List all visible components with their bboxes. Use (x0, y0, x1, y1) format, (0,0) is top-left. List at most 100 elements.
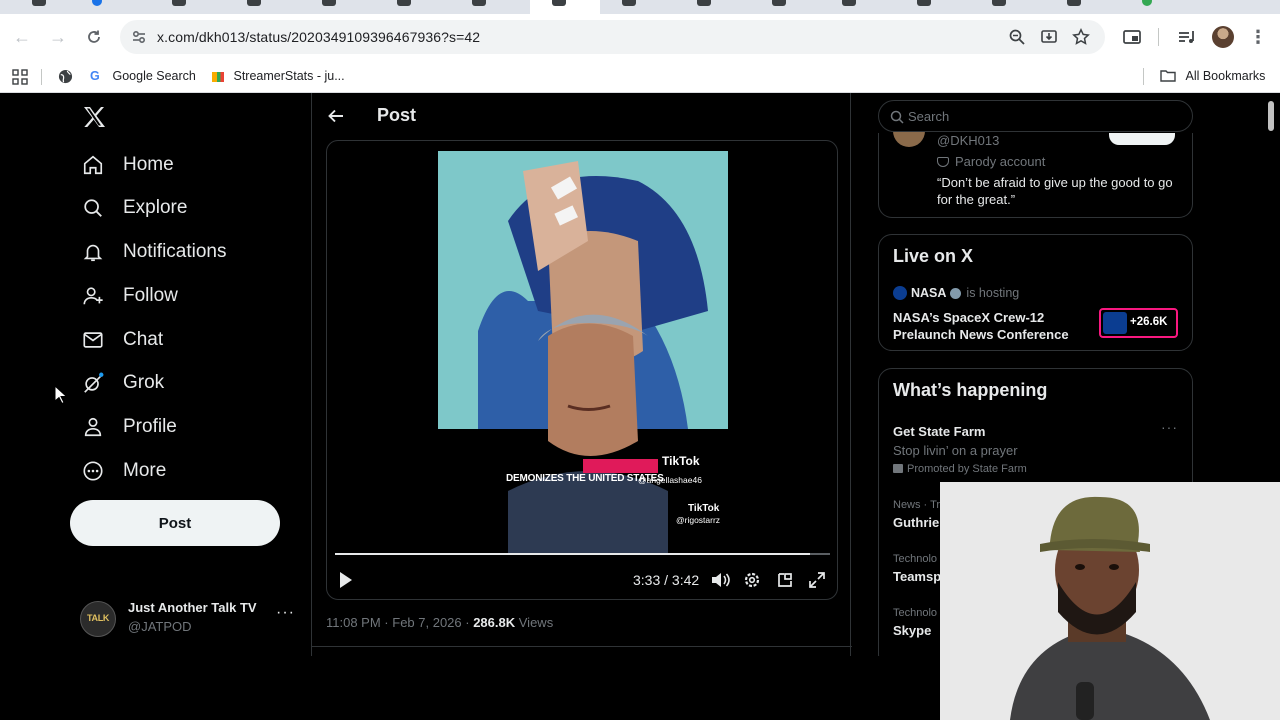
ad-subtitle: Stop livin’ on a prayer (893, 443, 1018, 458)
reload-icon[interactable] (82, 25, 106, 49)
browser-tab-active[interactable] (530, 0, 600, 14)
bookmark-streamerstats[interactable]: StreamerStats - ju... (212, 66, 345, 86)
install-app-icon[interactable] (1040, 28, 1058, 46)
sidebar-item-label: Grok (123, 372, 165, 393)
browser-tab[interactable] (970, 0, 1030, 14)
trend-title[interactable]: Skype (893, 623, 931, 638)
video-player[interactable]: DEMONIZES THE UNITED STATES TikTok @ange… (326, 140, 838, 600)
live-card[interactable]: Live on X NASA is hosting NASA’s SpaceX … (878, 234, 1193, 351)
avatar: TALK (80, 601, 116, 637)
webcam-image (940, 482, 1280, 720)
x-logo-icon[interactable] (82, 105, 106, 129)
trend-title[interactable]: Teamsp (893, 569, 941, 584)
listener-count: +26.6K (1130, 316, 1168, 328)
browser-tab[interactable] (600, 0, 660, 14)
settings-gear-icon[interactable] (743, 571, 761, 589)
profile-avatar[interactable] (1212, 26, 1234, 48)
sidebar-item-label: Follow (123, 285, 178, 306)
more-dots-icon[interactable]: ··· (1161, 419, 1178, 435)
sidebar-item-profile[interactable]: Profile (82, 407, 177, 447)
sidebar-item-label: Chat (123, 329, 164, 350)
browser-tab[interactable] (225, 0, 285, 14)
picture-in-picture-icon[interactable] (776, 571, 794, 589)
fullscreen-icon[interactable] (808, 571, 826, 589)
bookmark-star-icon[interactable] (1072, 28, 1090, 46)
search-icon (890, 110, 904, 124)
video-progress-bar[interactable] (335, 553, 830, 555)
sidebar-item-grok[interactable]: Grok (82, 363, 164, 403)
post-date[interactable]: Feb 7, 2026 (392, 615, 461, 630)
avatar-text: TALK (87, 613, 110, 623)
browser-tab[interactable] (375, 0, 435, 14)
parody-text: Parody account (955, 154, 1046, 169)
search-placeholder: Search (908, 109, 950, 124)
site-settings-icon[interactable] (130, 28, 148, 46)
sidebar-item-notifications[interactable]: Notifications (82, 232, 227, 272)
page-scrollbar[interactable] (1268, 101, 1274, 131)
sidebar-item-chat[interactable]: Chat (82, 320, 163, 360)
bookmark-separator (41, 69, 42, 85)
browser-tab[interactable] (300, 0, 360, 14)
volume-icon[interactable] (710, 571, 730, 589)
forward-icon[interactable]: → (46, 25, 70, 49)
sidebar-item-explore[interactable]: Explore (82, 188, 187, 228)
sidebar-item-more[interactable]: More (82, 451, 166, 491)
account-switcher[interactable]: TALK Just Another Talk TV @JATPOD ··· (80, 598, 300, 638)
sidebar-item-label: Home (123, 154, 174, 175)
tab-strip (0, 0, 1280, 14)
trend-category: News · Tr (893, 499, 941, 511)
browser-tab[interactable] (750, 0, 810, 14)
back-arrow-icon[interactable] (327, 107, 345, 125)
tiktok-watermark: TikTok (662, 454, 700, 468)
globe-icon[interactable] (58, 69, 73, 84)
bookmark-separator (1143, 68, 1144, 85)
trend-title[interactable]: Guthrie (893, 515, 939, 530)
play-icon[interactable] (339, 571, 353, 589)
more-dots-icon[interactable]: ··· (276, 604, 295, 622)
profile-handle[interactable]: @DKH013 (937, 133, 999, 148)
views-label: Views (518, 615, 554, 630)
promoted-label: Promoted by State Farm (893, 463, 1027, 475)
verified-badge-icon (950, 287, 962, 299)
browser-tab[interactable] (895, 0, 955, 14)
zoom-icon[interactable] (1008, 28, 1026, 46)
post-meta: 11:08 PM · Feb 7, 2026 · 286.8K Views (326, 615, 554, 630)
ad-title[interactable]: Get State Farm (893, 424, 985, 439)
divider (312, 646, 852, 647)
browser-tab[interactable] (1120, 0, 1180, 14)
media-controls-icon[interactable] (1175, 26, 1197, 48)
folder-icon (1160, 70, 1176, 82)
search-icon (84, 199, 102, 217)
follow-button[interactable] (1109, 133, 1175, 145)
sidebar-item-follow[interactable]: Follow (82, 276, 178, 316)
grok-icon (84, 372, 104, 393)
profile-bio: “Don’t be afraid to give up the good to … (937, 175, 1173, 207)
cast-icon[interactable] (1121, 26, 1143, 48)
browser-tab[interactable] (1045, 0, 1105, 14)
back-icon[interactable]: ← (10, 25, 34, 49)
sidebar-item-home[interactable]: Home (82, 145, 174, 185)
browser-tab[interactable] (150, 0, 210, 14)
menu-kebab-icon[interactable]: ⋮ (1246, 25, 1270, 49)
promoted-text: Promoted by State Farm (907, 463, 1027, 475)
browser-tab[interactable] (450, 0, 510, 14)
live-host: NASA is hosting (893, 286, 1019, 300)
browser-tab[interactable] (675, 0, 735, 14)
search-input[interactable]: Search (878, 100, 1193, 132)
all-bookmarks-button[interactable]: All Bookmarks (1160, 66, 1265, 86)
post-time[interactable]: 11:08 PM (326, 615, 381, 630)
account-handle: @JATPOD (128, 619, 192, 634)
post-button[interactable]: Post (70, 500, 280, 546)
browser-tab[interactable] (820, 0, 880, 14)
all-bookmarks-label: All Bookmarks (1185, 69, 1266, 83)
browser-tab[interactable] (70, 0, 130, 14)
browser-tab[interactable] (10, 0, 70, 14)
tiktok-handle: @rigostarrz (676, 515, 721, 525)
address-bar[interactable]: x.com/dkh013/status/2020349109396467936?… (120, 20, 1105, 54)
bookmark-google-search[interactable]: G Google Search (90, 66, 196, 86)
apps-grid-icon[interactable] (12, 69, 28, 85)
live-listener-pill[interactable]: +26.6K (1099, 308, 1178, 338)
main-column: Post DEMONIZES THE UNITED STATES TikTok … (311, 93, 852, 656)
whats-happening-title: What’s happening (893, 380, 1048, 400)
parody-mask-icon (937, 157, 949, 167)
